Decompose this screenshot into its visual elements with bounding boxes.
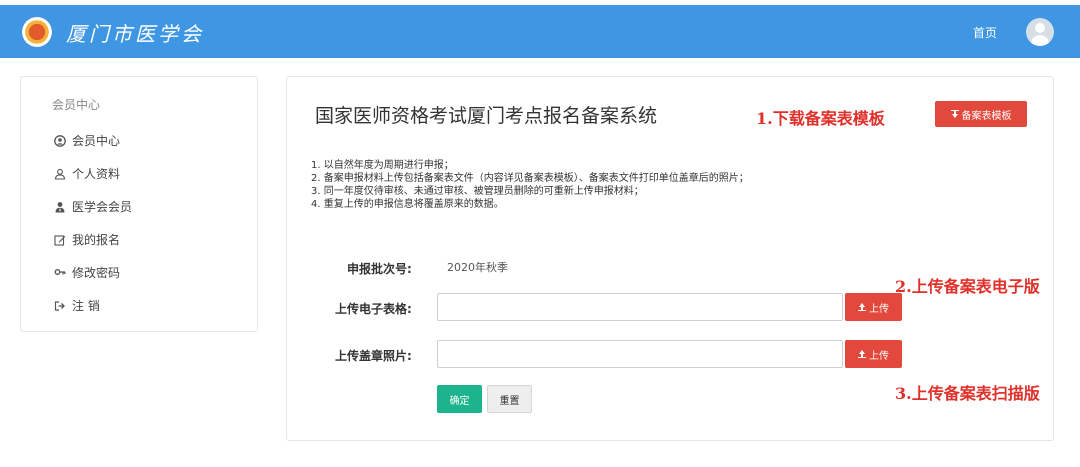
avatar-head-icon	[1035, 23, 1045, 33]
nav-home-link[interactable]: 首页	[973, 24, 997, 41]
excel-upload-button[interactable]: 上传	[845, 293, 902, 321]
site-logo-text[interactable]: 厦门市医学会	[66, 18, 204, 47]
download-template-button[interactable]: 备案表模板	[935, 101, 1027, 127]
sidebar-item-label: 修改密码	[72, 266, 121, 280]
sign-out-icon	[54, 300, 66, 312]
batch-value: 2020年秋季	[447, 261, 508, 274]
excel-upload-label: 上传电子表格:	[335, 302, 412, 316]
page-title: 国家医师资格考试厦门考点报名备案系统	[315, 105, 658, 127]
sidebar-item-change-password[interactable]: 修改密码	[54, 264, 120, 281]
sidebar-item-logout[interactable]: 注 销	[54, 297, 100, 314]
edit-icon	[54, 234, 66, 246]
sidebar-item-label: 医学会会员	[72, 200, 133, 214]
upload-label: 上传	[869, 303, 889, 315]
photo-upload-button[interactable]: 上传	[845, 340, 902, 368]
key-icon	[54, 267, 66, 279]
instruction-item: 3. 同一年度仅待审核、未通过审核、被管理员删除的可重新上传申报材料；	[311, 186, 644, 197]
browser-bookmark-strip	[0, 0, 1080, 5]
annotation-step3: 3.上传备案表扫描版	[895, 384, 1040, 403]
photo-file-input[interactable]	[437, 340, 843, 368]
user-icon	[54, 168, 66, 180]
sidebar-item-label: 注 销	[72, 299, 100, 313]
batch-label: 申报批次号:	[347, 262, 412, 276]
confirm-button[interactable]: 确定	[437, 385, 482, 413]
reset-button[interactable]: 重置	[487, 385, 532, 413]
instruction-item: 1. 以自然年度为周期进行申报；	[311, 160, 454, 171]
download-icon	[950, 110, 959, 118]
sidebar-item-my-registration[interactable]: 我的报名	[54, 231, 120, 248]
upload-icon	[858, 350, 866, 358]
avatar-body-icon	[1031, 35, 1049, 46]
photo-upload-label: 上传盖章照片:	[335, 349, 412, 363]
sidebar-item-profile[interactable]: 个人资料	[54, 165, 120, 182]
download-template-label: 备案表模板	[961, 110, 1012, 122]
upload-icon	[858, 303, 866, 311]
sidebar-item-member-center[interactable]: 会员中心	[54, 132, 120, 149]
instructions-list: 1. 以自然年度为周期进行申报； 2. 备案申报材料上传包括备案表文件（内容详见…	[311, 159, 749, 211]
instruction-item: 4. 重复上传的申报信息将覆盖原来的数据。	[311, 199, 504, 210]
sidebar-item-label: 会员中心	[72, 134, 121, 148]
sidebar-item-label: 我的报名	[72, 233, 121, 247]
user-circle-icon	[54, 134, 66, 147]
user-avatar[interactable]	[1026, 18, 1054, 46]
sidebar-item-label: 个人资料	[72, 167, 121, 181]
sidebar-title: 会员中心	[52, 98, 101, 112]
member-sidebar: 会员中心 会员中心 个人资料 医学会会员 我的报名 修改密码 注 销	[20, 76, 258, 332]
logo-emblem-icon[interactable]	[22, 17, 52, 47]
annotation-step1: 1.下载备案表模板	[756, 109, 885, 128]
user-tie-icon	[54, 201, 66, 213]
top-navbar: 厦门市医学会 首页	[0, 0, 1080, 58]
upload-label: 上传	[869, 350, 889, 362]
excel-file-input[interactable]	[437, 293, 843, 321]
instruction-item: 2. 备案申报材料上传包括备案表文件（内容详见备案表模板）、备案表文件打印单位盖…	[311, 173, 749, 184]
annotation-step2: 2.上传备案表电子版	[895, 277, 1040, 296]
sidebar-item-medical-member[interactable]: 医学会会员	[54, 198, 132, 215]
